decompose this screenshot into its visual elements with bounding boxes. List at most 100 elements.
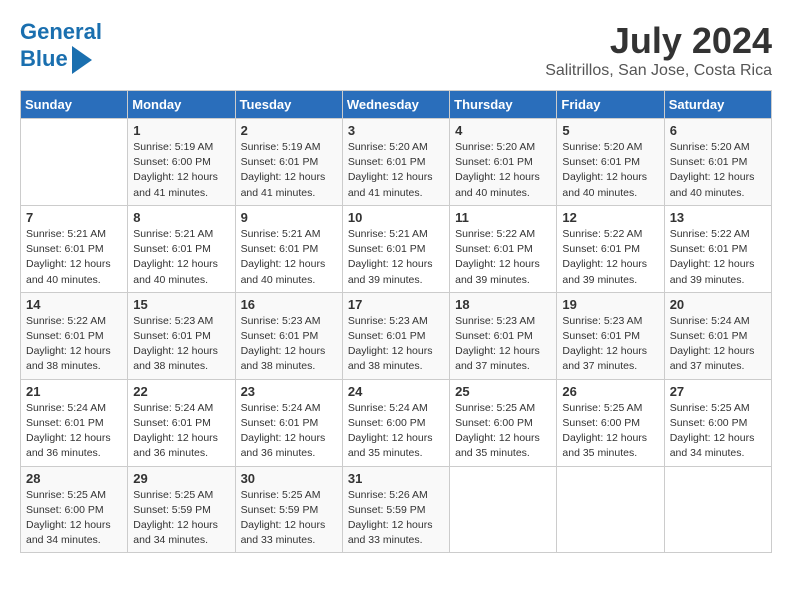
day-info: Sunrise: 5:19 AMSunset: 6:00 PMDaylight:…: [133, 140, 229, 201]
calendar-cell: 16 Sunrise: 5:23 AMSunset: 6:01 PMDayligh…: [235, 292, 342, 379]
calendar-cell: 29 Sunrise: 5:25 AMSunset: 5:59 PMDayligh…: [128, 466, 235, 553]
day-number: 27: [670, 384, 766, 399]
day-number: 22: [133, 384, 229, 399]
column-header-monday: Monday: [128, 91, 235, 119]
day-number: 18: [455, 297, 551, 312]
calendar-cell: 2Sunrise: 5:19 AMSunset: 6:01 PMDaylight…: [235, 119, 342, 206]
day-number: 26: [562, 384, 658, 399]
day-info: Sunrise: 5:19 AMSunset: 6:01 PMDaylight:…: [241, 140, 337, 201]
logo-arrow-icon: [72, 46, 92, 74]
day-info: Sunrise: 5:20 AMSunset: 6:01 PMDaylight:…: [348, 140, 444, 201]
calendar-cell: 17 Sunrise: 5:23 AMSunset: 6:01 PMDayligh…: [342, 292, 449, 379]
location-subtitle: Salitrillos, San Jose, Costa Rica: [545, 62, 772, 80]
calendar-cell: [450, 466, 557, 553]
day-number: 29: [133, 471, 229, 486]
day-number: 10: [348, 210, 444, 225]
calendar-cell: 8Sunrise: 5:21 AMSunset: 6:01 PMDaylight…: [128, 205, 235, 292]
calendar-cell: [557, 466, 664, 553]
day-number: 28: [26, 471, 122, 486]
day-info: Sunrise: 5:22 AMSunset: 6:01 PMDaylight:…: [670, 227, 766, 288]
page-header: General Blue July 2024 Salitrillos, San …: [20, 20, 772, 80]
calendar-cell: 28 Sunrise: 5:25 AMSunset: 6:00 PMDayligh…: [21, 466, 128, 553]
day-number: 7: [26, 210, 122, 225]
column-header-friday: Friday: [557, 91, 664, 119]
day-number: 3: [348, 123, 444, 138]
day-info: Sunrise: 5:23 AMSunset: 6:01 PMDaylight:…: [348, 314, 444, 375]
calendar-cell: 3 Sunrise: 5:20 AMSunset: 6:01 PMDaylight…: [342, 119, 449, 206]
calendar-cell: 22 Sunrise: 5:24 AMSunset: 6:01 PMDayligh…: [128, 379, 235, 466]
day-info: Sunrise: 5:25 AMSunset: 6:00 PMDaylight:…: [26, 488, 122, 549]
logo-general: General: [20, 19, 102, 44]
calendar-cell: 5Sunrise: 5:20 AMSunset: 6:01 PMDaylight…: [557, 119, 664, 206]
day-number: 16: [241, 297, 337, 312]
calendar-cell: [664, 466, 771, 553]
calendar-cell: 12 Sunrise: 5:22 AMSunset: 6:01 PMDayligh…: [557, 205, 664, 292]
column-header-saturday: Saturday: [664, 91, 771, 119]
day-number: 4: [455, 123, 551, 138]
day-number: 8: [133, 210, 229, 225]
calendar-cell: 11 Sunrise: 5:22 AMSunset: 6:01 PMDayligh…: [450, 205, 557, 292]
day-number: 15: [133, 297, 229, 312]
day-number: 31: [348, 471, 444, 486]
day-info: Sunrise: 5:22 AMSunset: 6:01 PMDaylight:…: [26, 314, 122, 375]
day-info: Sunrise: 5:21 AMSunset: 6:01 PMDaylight:…: [26, 227, 122, 288]
day-number: 30: [241, 471, 337, 486]
day-number: 6: [670, 123, 766, 138]
calendar-cell: 14Sunrise: 5:22 AMSunset: 6:01 PMDayligh…: [21, 292, 128, 379]
calendar-cell: 13 Sunrise: 5:22 AMSunset: 6:01 PMDayligh…: [664, 205, 771, 292]
column-header-thursday: Thursday: [450, 91, 557, 119]
calendar-cell: 18 Sunrise: 5:23 AMSunset: 6:01 PMDayligh…: [450, 292, 557, 379]
day-info: Sunrise: 5:24 AMSunset: 6:00 PMDaylight:…: [348, 401, 444, 462]
calendar-cell: 10Sunrise: 5:21 AMSunset: 6:01 PMDayligh…: [342, 205, 449, 292]
column-header-sunday: Sunday: [21, 91, 128, 119]
calendar-week-row: 7 Sunrise: 5:21 AMSunset: 6:01 PMDaylight…: [21, 205, 772, 292]
calendar-cell: [21, 119, 128, 206]
column-header-tuesday: Tuesday: [235, 91, 342, 119]
day-info: Sunrise: 5:25 AMSunset: 6:00 PMDaylight:…: [562, 401, 658, 462]
day-info: Sunrise: 5:21 AMSunset: 6:01 PMDaylight:…: [241, 227, 337, 288]
day-number: 13: [670, 210, 766, 225]
day-info: Sunrise: 5:23 AMSunset: 6:01 PMDaylight:…: [241, 314, 337, 375]
day-info: Sunrise: 5:24 AMSunset: 6:01 PMDaylight:…: [133, 401, 229, 462]
day-number: 17: [348, 297, 444, 312]
calendar-cell: 7 Sunrise: 5:21 AMSunset: 6:01 PMDaylight…: [21, 205, 128, 292]
day-info: Sunrise: 5:25 AMSunset: 6:00 PMDaylight:…: [670, 401, 766, 462]
day-info: Sunrise: 5:25 AMSunset: 5:59 PMDaylight:…: [133, 488, 229, 549]
day-info: Sunrise: 5:20 AMSunset: 6:01 PMDaylight:…: [455, 140, 551, 201]
calendar-cell: 6Sunrise: 5:20 AMSunset: 6:01 PMDaylight…: [664, 119, 771, 206]
calendar-week-row: 14Sunrise: 5:22 AMSunset: 6:01 PMDayligh…: [21, 292, 772, 379]
calendar-cell: 1 Sunrise: 5:19 AMSunset: 6:00 PMDaylight…: [128, 119, 235, 206]
day-number: 19: [562, 297, 658, 312]
logo: General Blue: [20, 20, 102, 74]
day-info: Sunrise: 5:25 AMSunset: 6:00 PMDaylight:…: [455, 401, 551, 462]
day-number: 1: [133, 123, 229, 138]
day-info: Sunrise: 5:20 AMSunset: 6:01 PMDaylight:…: [562, 140, 658, 201]
day-info: Sunrise: 5:22 AMSunset: 6:01 PMDaylight:…: [455, 227, 551, 288]
day-number: 24: [348, 384, 444, 399]
day-info: Sunrise: 5:24 AMSunset: 6:01 PMDaylight:…: [670, 314, 766, 375]
calendar-cell: 9Sunrise: 5:21 AMSunset: 6:01 PMDaylight…: [235, 205, 342, 292]
day-number: 25: [455, 384, 551, 399]
calendar-week-row: 28 Sunrise: 5:25 AMSunset: 6:00 PMDayligh…: [21, 466, 772, 553]
column-header-wednesday: Wednesday: [342, 91, 449, 119]
calendar-cell: 30Sunrise: 5:25 AMSunset: 5:59 PMDayligh…: [235, 466, 342, 553]
day-info: Sunrise: 5:26 AMSunset: 5:59 PMDaylight:…: [348, 488, 444, 549]
calendar-week-row: 21 Sunrise: 5:24 AMSunset: 6:01 PMDayligh…: [21, 379, 772, 466]
calendar-cell: 21 Sunrise: 5:24 AMSunset: 6:01 PMDayligh…: [21, 379, 128, 466]
title-block: July 2024 Salitrillos, San Jose, Costa R…: [545, 20, 772, 80]
day-info: Sunrise: 5:24 AMSunset: 6:01 PMDaylight:…: [26, 401, 122, 462]
calendar-cell: 20Sunrise: 5:24 AMSunset: 6:01 PMDayligh…: [664, 292, 771, 379]
calendar-cell: 23Sunrise: 5:24 AMSunset: 6:01 PMDayligh…: [235, 379, 342, 466]
calendar-week-row: 1 Sunrise: 5:19 AMSunset: 6:00 PMDaylight…: [21, 119, 772, 206]
day-number: 12: [562, 210, 658, 225]
calendar-table: SundayMondayTuesdayWednesdayThursdayFrid…: [20, 90, 772, 553]
month-year-title: July 2024: [545, 20, 772, 62]
day-number: 21: [26, 384, 122, 399]
day-info: Sunrise: 5:22 AMSunset: 6:01 PMDaylight:…: [562, 227, 658, 288]
logo-blue: Blue: [20, 46, 68, 71]
day-number: 11: [455, 210, 551, 225]
day-info: Sunrise: 5:23 AMSunset: 6:01 PMDaylight:…: [455, 314, 551, 375]
day-info: Sunrise: 5:24 AMSunset: 6:01 PMDaylight:…: [241, 401, 337, 462]
calendar-cell: 31 Sunrise: 5:26 AMSunset: 5:59 PMDayligh…: [342, 466, 449, 553]
calendar-cell: 25 Sunrise: 5:25 AMSunset: 6:00 PMDayligh…: [450, 379, 557, 466]
